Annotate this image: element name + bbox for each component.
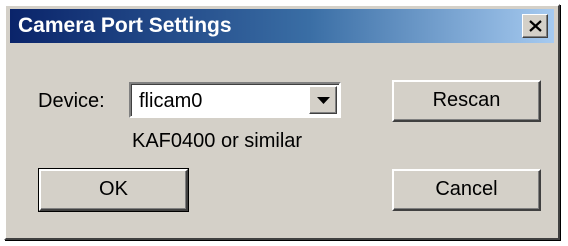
device-dropdown-button[interactable]	[309, 86, 337, 114]
window-title: Camera Port Settings	[18, 14, 232, 37]
cancel-button-label: Cancel	[435, 178, 498, 200]
title-bar: Camera Port Settings	[10, 9, 554, 43]
ok-button-label: OK	[99, 178, 128, 200]
device-select-value: flicam0	[139, 90, 203, 112]
chevron-down-icon	[317, 97, 330, 104]
ok-button[interactable]: OK	[38, 168, 189, 212]
rescan-button[interactable]: Rescan	[392, 80, 541, 122]
close-button[interactable]	[522, 14, 548, 38]
camera-port-settings-dialog: Camera Port Settings Device: flicam0 KAF…	[4, 4, 560, 240]
rescan-button-label: Rescan	[432, 89, 501, 111]
device-label: Device:	[38, 90, 105, 112]
cancel-button[interactable]: Cancel	[392, 169, 541, 211]
device-description: KAF0400 or similar	[132, 130, 303, 152]
device-select[interactable]: flicam0	[129, 82, 341, 118]
close-icon	[529, 20, 542, 32]
